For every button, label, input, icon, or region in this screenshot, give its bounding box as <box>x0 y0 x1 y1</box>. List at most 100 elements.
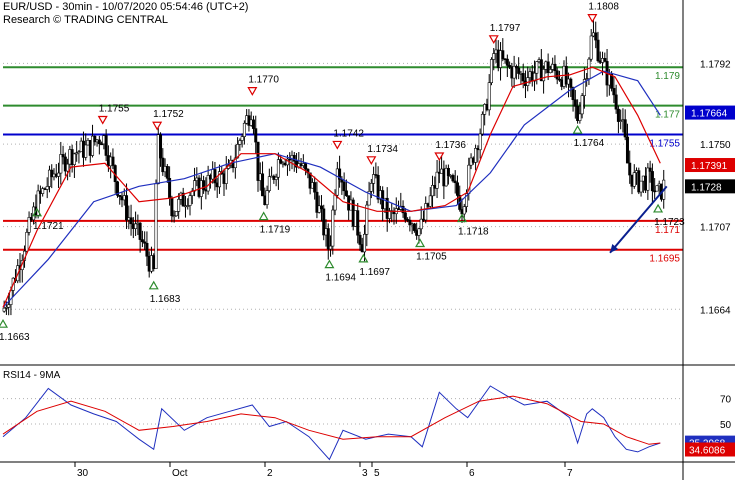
candle-body <box>612 88 616 96</box>
candle-body <box>2 307 6 312</box>
candle-body <box>474 148 478 163</box>
candle-body <box>265 190 269 205</box>
swing-high-triangle <box>152 121 163 131</box>
candle-body <box>240 136 244 141</box>
swing-high-triangle <box>247 87 258 96</box>
level-label-pivot: 1.1755 <box>649 138 680 149</box>
candle-body <box>365 204 369 235</box>
candle-body <box>358 234 362 245</box>
candle-body <box>177 199 181 212</box>
candle-body <box>134 223 138 229</box>
candle-body <box>372 174 376 184</box>
swing-high-label: 1.1808 <box>588 2 619 13</box>
candle-body <box>84 144 88 158</box>
candle-body <box>489 59 493 84</box>
swing-high-label: 1.1742 <box>333 128 364 139</box>
candle-body <box>7 304 11 308</box>
candle-body <box>451 175 455 182</box>
candle-body <box>313 182 317 193</box>
candle-body <box>61 154 65 158</box>
candle-body <box>492 53 496 60</box>
candle-body <box>145 242 149 257</box>
candle-body <box>569 78 573 88</box>
candle-body <box>487 82 491 111</box>
candle-body <box>165 166 169 179</box>
candle-body <box>623 119 627 138</box>
candle-body <box>501 50 505 59</box>
candle-body <box>603 58 607 62</box>
candle-body <box>446 167 450 176</box>
candle-body <box>639 180 643 193</box>
candle-body <box>242 122 246 137</box>
candle-body <box>159 134 163 159</box>
candle-body <box>369 183 373 192</box>
candle-body <box>331 209 335 247</box>
candle-body <box>356 210 360 236</box>
candle-body <box>412 223 416 231</box>
swing-low-label: 1.1697 <box>359 267 390 278</box>
candle-body <box>455 182 459 196</box>
swing-low-label: 1.1764 <box>574 138 605 149</box>
swing-low-triangle <box>415 238 426 248</box>
time-tick-label: 2 <box>267 468 273 479</box>
candle-body <box>274 176 278 180</box>
candle-body <box>648 167 652 172</box>
swing-low-triangle <box>572 124 583 134</box>
candle-body <box>535 61 539 74</box>
swing-low-triangle <box>148 280 159 290</box>
swing-low-label: 1.1719 <box>260 225 291 236</box>
time-tick-label: 6 <box>469 468 475 479</box>
candle-body <box>238 140 242 145</box>
candle-body <box>138 222 142 240</box>
candle-body <box>174 211 178 217</box>
candle-body <box>261 173 265 197</box>
candle-body <box>403 212 407 220</box>
candle-body <box>344 190 348 196</box>
candle-body <box>632 172 636 187</box>
candle-body <box>580 95 584 115</box>
candle-body <box>589 35 593 60</box>
candle-body <box>542 69 546 82</box>
candle-body <box>478 133 482 151</box>
swing-low-label: 1.1663 <box>0 332 30 343</box>
swing-high-triangle <box>332 140 343 150</box>
candle-body <box>517 67 521 74</box>
candle-body <box>462 206 466 215</box>
candle-body <box>97 139 101 145</box>
candle-body <box>505 58 509 66</box>
rsi-tick-label: 50 <box>720 420 732 431</box>
candle-body <box>548 69 552 74</box>
candle-body <box>170 197 174 217</box>
time-tick-label: 30 <box>77 468 89 479</box>
swing-high-triangle <box>366 156 377 166</box>
level-price-label: 1.17664 <box>691 109 728 120</box>
swing-low-triangle <box>653 203 664 213</box>
candle-body <box>66 163 70 172</box>
price-tick-label: 1.1707 <box>700 223 731 234</box>
swing-high-label: 1.1736 <box>435 140 466 151</box>
swing-high-label: 1.1770 <box>248 75 279 86</box>
swing-high-label: 1.1734 <box>367 144 398 155</box>
swing-high-label: 1.1755 <box>99 103 130 114</box>
swing-high-label: 1.1797 <box>490 23 521 34</box>
swing-high-triangle <box>587 14 598 23</box>
rsi-ma-line <box>2 395 661 445</box>
candle-body <box>254 128 258 143</box>
candle-body <box>319 205 323 210</box>
candle-body <box>333 194 337 211</box>
rsi-ma-value-label: 34.6086 <box>689 445 726 456</box>
swing-high-triangle <box>488 35 499 44</box>
candle-body <box>111 156 115 166</box>
candle-body <box>521 73 525 82</box>
candle-body <box>480 114 484 135</box>
candle-body <box>292 155 296 162</box>
candle-body <box>45 186 49 190</box>
candle-body <box>655 185 659 192</box>
level-label-resistance: 1.179 <box>655 71 680 82</box>
time-tick-label: 5 <box>374 468 380 479</box>
candle-body <box>553 63 557 72</box>
price-tick-label: 1.1792 <box>700 59 731 70</box>
forex-chart: 1.1791.177 1.176641.17551.1711.1695 1.166… <box>0 0 735 480</box>
swing-high-triangle <box>97 115 108 125</box>
price-tick-label: 1.1664 <box>700 305 731 316</box>
